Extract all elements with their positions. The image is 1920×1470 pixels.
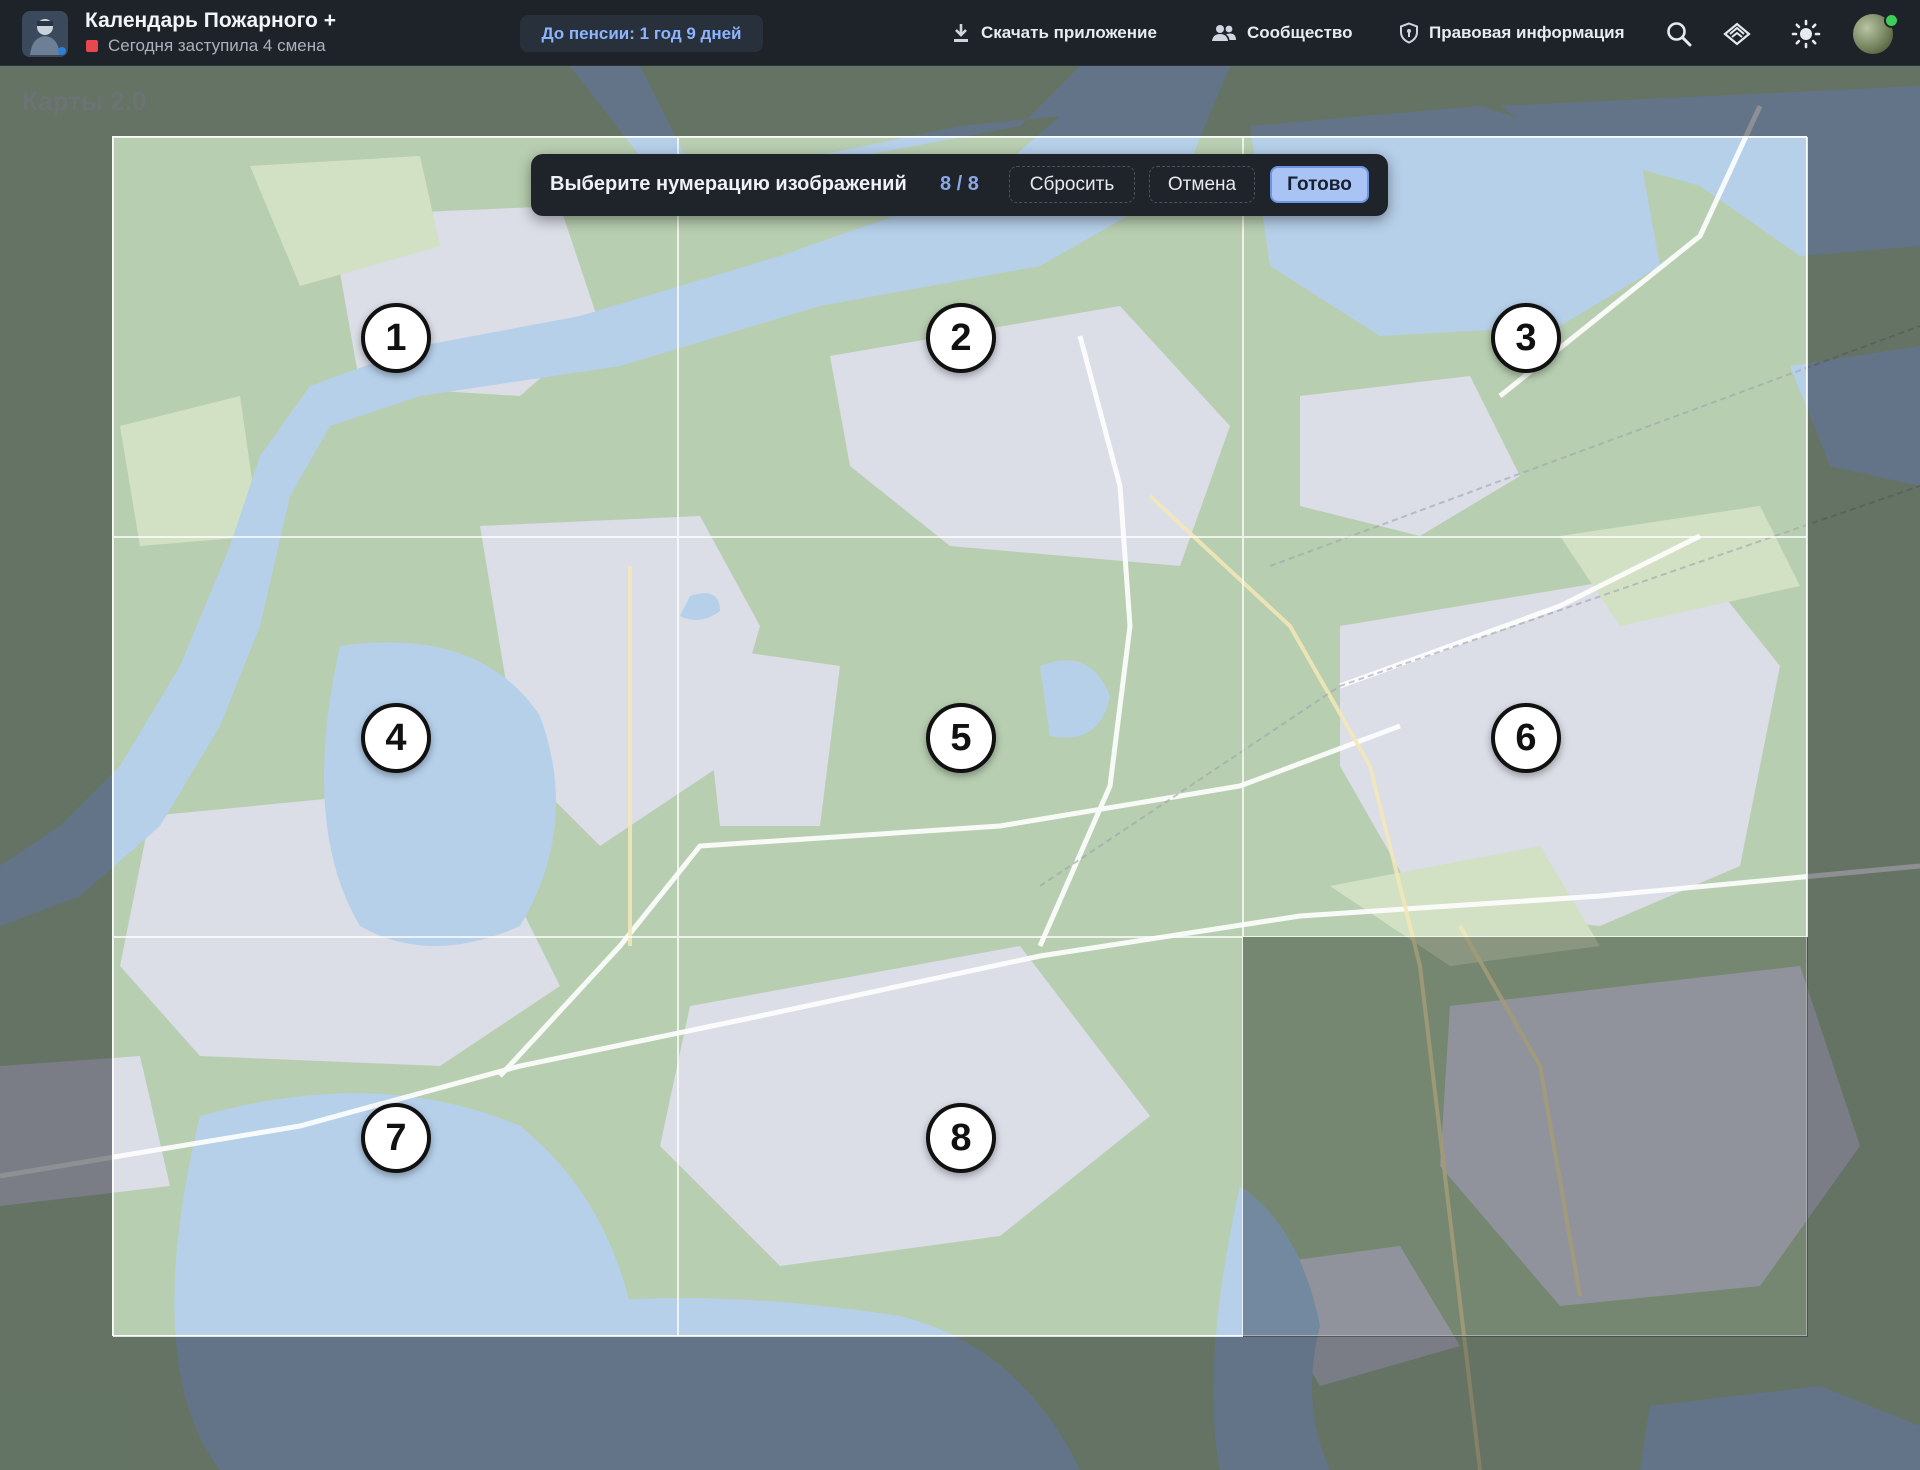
tile-number-badge[interactable]: 3 xyxy=(1491,303,1561,373)
layers-button[interactable] xyxy=(1722,19,1752,49)
image-grid: 1 2 3 4 5 6 7 8 xyxy=(112,136,1808,1337)
numbering-prompt: Выберите нумерацию изображений xyxy=(550,173,907,195)
grid-tile-6[interactable]: 6 xyxy=(1243,537,1808,937)
nav-legal-label: Правовая информация xyxy=(1429,23,1625,42)
download-icon xyxy=(954,24,968,42)
theme-toggle-button[interactable] xyxy=(1791,19,1821,49)
tile-number-badge[interactable]: 4 xyxy=(361,703,431,773)
nav-community-label: Сообщество xyxy=(1247,23,1353,42)
app-logo[interactable] xyxy=(22,11,68,57)
tile-number-badge[interactable]: 7 xyxy=(361,1103,431,1173)
shield-icon xyxy=(1400,22,1418,44)
app-title[interactable]: Календарь Пожарного + xyxy=(85,9,336,33)
people-icon xyxy=(1212,25,1236,41)
layers-icon xyxy=(1723,22,1751,46)
map-title: Карты 2.0 xyxy=(22,86,147,116)
top-bar: Календарь Пожарного + Сегодня заступила … xyxy=(0,0,1920,66)
grid-tile-7[interactable]: 7 xyxy=(113,937,678,1337)
grid-tile-5[interactable]: 5 xyxy=(678,537,1243,937)
map-view[interactable]: Карты 2.0 1 2 3 4 5 6 7 8 xyxy=(0,66,1920,1470)
search-icon xyxy=(1667,22,1692,47)
tile-number-badge[interactable]: 6 xyxy=(1491,703,1561,773)
online-status-dot xyxy=(1884,13,1899,28)
selection-count: 8 / 8 xyxy=(940,173,979,195)
nav-legal-info[interactable]: Правовая информация xyxy=(1399,19,1625,47)
done-button[interactable]: Готово xyxy=(1270,166,1369,203)
cancel-button[interactable]: Отмена xyxy=(1149,166,1255,203)
reset-button[interactable]: Сбросить xyxy=(1009,166,1135,203)
sun-icon xyxy=(1791,19,1821,49)
nav-download-label: Скачать приложение xyxy=(981,23,1157,42)
nav-download-app[interactable]: Скачать приложение xyxy=(951,19,1157,47)
tile-number-badge[interactable]: 2 xyxy=(926,303,996,373)
pension-badge[interactable]: До пенсии: 1 год 9 дней xyxy=(520,15,763,52)
grid-tile-empty[interactable] xyxy=(1243,937,1808,1337)
shift-status-text: Сегодня заступила 4 смена xyxy=(108,36,326,55)
tile-number-badge[interactable]: 8 xyxy=(926,1103,996,1173)
shift-status-dot xyxy=(86,40,98,52)
grid-tile-4[interactable]: 4 xyxy=(113,537,678,937)
numbering-toolbar: Выберите нумерацию изображений 8 / 8 Сбр… xyxy=(531,154,1388,216)
tile-number-badge[interactable]: 1 xyxy=(361,303,431,373)
tile-number-badge[interactable]: 5 xyxy=(926,703,996,773)
search-button[interactable] xyxy=(1664,19,1694,49)
shift-status: Сегодня заступила 4 смена xyxy=(86,36,326,56)
grid-tile-8[interactable]: 8 xyxy=(678,937,1243,1337)
nav-community[interactable]: Сообщество xyxy=(1211,19,1353,47)
